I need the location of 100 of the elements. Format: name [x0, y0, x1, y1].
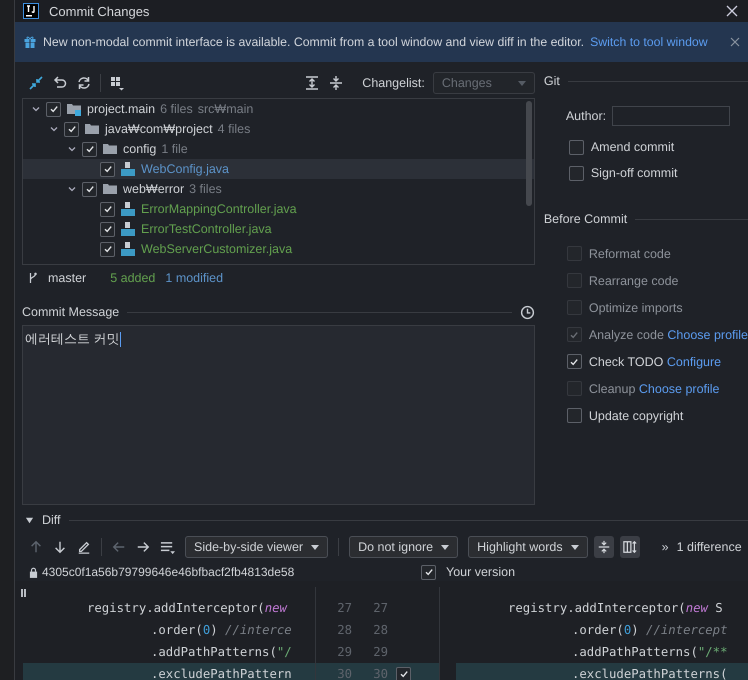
tree-item[interactable]: java₩com₩project [105, 122, 213, 136]
collapse-triangle-icon[interactable] [25, 516, 34, 524]
version-label: Your version [446, 565, 516, 579]
clock-icon[interactable] [520, 304, 535, 320]
java-file-icon [120, 161, 136, 177]
section-title: Diff [42, 513, 61, 527]
checkbox[interactable] [566, 408, 582, 423]
line-number: 27 [372, 601, 388, 615]
lock-icon [29, 566, 38, 578]
option-link[interactable]: Configure [666, 354, 722, 368]
columns-icon [622, 540, 637, 554]
author-label: Author: [566, 109, 606, 123]
checkbox[interactable] [100, 162, 115, 176]
tree-item[interactable]: web₩error [123, 182, 184, 196]
code-line: .order(0) //interce [151, 623, 292, 637]
line-number: 28 [336, 623, 352, 637]
up-arrow-icon[interactable] [29, 540, 43, 554]
right-arrow-icon[interactable] [136, 540, 150, 554]
line-number: 29 [372, 645, 388, 659]
more-button[interactable]: » [662, 540, 669, 554]
option-label: Cleanup Choose profile [588, 382, 720, 396]
chevron-icon[interactable] [49, 124, 59, 134]
line-number: 30 [372, 667, 388, 680]
option-label: Update copyright [588, 408, 684, 422]
file-count: 1 file [161, 142, 188, 156]
option-label: Analyze code Choose profile [588, 328, 748, 342]
tree-item[interactable]: ErrorTestController.java [141, 222, 272, 236]
checkbox[interactable] [421, 564, 436, 580]
line-number: 27 [336, 601, 352, 615]
list-icon[interactable] [160, 540, 175, 554]
switch-link[interactable]: Switch to tool window [590, 35, 708, 49]
revision-hash: 4305c0f1a56b79799646e46bfbacf2fb4813de58 [42, 565, 294, 579]
down-arrow-icon[interactable] [53, 540, 67, 554]
refresh-icon[interactable] [76, 75, 92, 91]
arrows-icon[interactable] [28, 75, 44, 91]
checkbox[interactable] [100, 242, 115, 256]
commit-message-field[interactable]: 에러테스트 커밋 [22, 325, 535, 505]
tree-item[interactable]: WebConfig.java [141, 162, 230, 176]
line-number: 30 [336, 667, 352, 680]
expand-all-icon[interactable] [304, 75, 320, 91]
chevron-icon[interactable] [31, 104, 41, 114]
option-label: Rearrange code [588, 274, 678, 288]
caret-icon [311, 544, 320, 550]
folder-icon [84, 121, 100, 137]
option-label: Amend commit [590, 140, 674, 154]
checkbox[interactable] [568, 140, 584, 154]
option-label: Check TODO Configure [588, 354, 722, 368]
code-line: .order(0) //intercept [572, 623, 728, 637]
collapse-unchanged-button[interactable] [594, 536, 614, 558]
app-logo-icon [23, 3, 39, 19]
sync-scroll-button[interactable] [620, 536, 640, 558]
tree-item[interactable]: ErrorMappingController.java [141, 202, 297, 216]
checkbox[interactable] [396, 666, 411, 680]
caret-icon [518, 80, 526, 86]
checkbox[interactable] [46, 102, 61, 116]
close-icon[interactable] [726, 5, 738, 17]
gift-icon [23, 35, 37, 49]
pencil-icon[interactable] [77, 540, 91, 554]
checkbox[interactable] [100, 222, 115, 236]
caret-icon [570, 544, 579, 550]
checkbox[interactable] [100, 202, 115, 216]
difference-count: 1 difference [676, 540, 742, 554]
undo-icon[interactable] [52, 75, 68, 91]
branch-icon [28, 271, 38, 285]
group-by-icon[interactable] [109, 75, 125, 91]
modified-count: 1 modified [165, 271, 224, 285]
option-label: Optimize imports [588, 300, 683, 314]
path-label: src₩main [198, 102, 254, 116]
chevron-icon[interactable] [67, 144, 77, 154]
tree-item[interactable]: config [123, 142, 156, 156]
checkbox[interactable] [64, 122, 79, 136]
folder-icon [102, 181, 118, 197]
viewer-dropdown[interactable]: Side-by-side viewer [185, 536, 328, 558]
option-label: Sign-off commit [590, 166, 678, 180]
file-count: 4 files [218, 122, 250, 136]
checkbox[interactable] [82, 142, 97, 156]
code-line: .excludePathPatterns( [572, 667, 728, 680]
section-title: Before Commit [544, 212, 628, 226]
banner-text: New non-modal commit interface is available. Commit from a tool window and view diff in the editor. [43, 35, 584, 49]
tree-item[interactable]: project.main [87, 102, 156, 116]
code-line: .addPathPatterns("/ [151, 645, 292, 659]
chevron-icon[interactable] [67, 184, 77, 194]
tree-item[interactable]: WebServerCustomizer.java [141, 242, 292, 256]
author-field[interactable] [612, 106, 730, 126]
checkbox[interactable] [568, 166, 584, 180]
left-arrow-icon[interactable] [112, 540, 126, 554]
code-line: .addPathPatterns("/** [572, 645, 728, 659]
branch-name: master [48, 271, 86, 285]
java-file-icon [120, 201, 136, 217]
checkbox[interactable] [566, 354, 582, 369]
line-number: 29 [336, 645, 352, 659]
collapse-icon [596, 540, 611, 554]
highlight-dropdown[interactable]: Highlight words [468, 536, 588, 558]
file-count: 3 files [189, 182, 222, 196]
code-line: registry.addInterceptor(new S [508, 601, 723, 615]
module-folder-icon [66, 101, 82, 117]
collapse-all-icon[interactable] [328, 75, 344, 91]
pause-icon [21, 589, 26, 597]
ignore-dropdown[interactable]: Do not ignore [349, 536, 458, 558]
checkbox[interactable] [82, 182, 97, 196]
